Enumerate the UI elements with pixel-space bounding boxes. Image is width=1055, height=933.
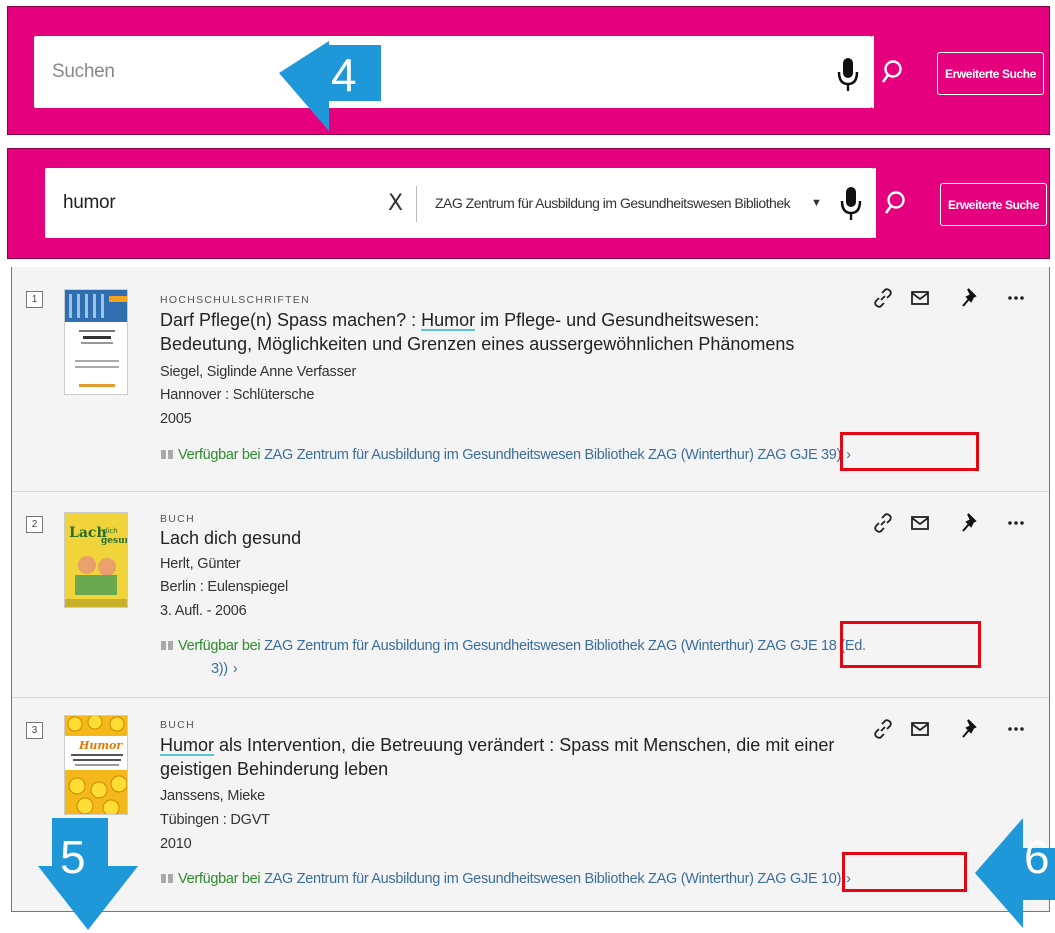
search-bar-bottom: humor X ZAG Zentrum für Ausbildung im Ge… bbox=[7, 148, 1050, 259]
search-scope-select[interactable]: ZAG Zentrum für Ausbildung im Gesundheit… bbox=[435, 168, 791, 238]
result-title[interactable]: Darf Pflege(n) Spass machen? : Humor im … bbox=[160, 308, 840, 356]
advanced-search-button[interactable]: Erweiterte Suche bbox=[940, 183, 1047, 226]
search-button[interactable] bbox=[872, 36, 910, 108]
result-type: HOCHSCHULSCHRIFTEN bbox=[160, 294, 310, 306]
highlight-box bbox=[840, 621, 981, 668]
result-publisher: Tübingen : DGVT bbox=[160, 812, 270, 828]
book-cover[interactable]: Lach dich gesund bbox=[64, 512, 128, 608]
advanced-search-button[interactable]: Erweiterte Suche bbox=[937, 52, 1044, 95]
pin-icon[interactable] bbox=[959, 287, 981, 309]
more-icon[interactable] bbox=[1005, 287, 1027, 309]
call-number: ZAG GJE 39) bbox=[757, 447, 842, 463]
scope-divider bbox=[416, 186, 417, 222]
result-type: BUCH bbox=[160, 719, 195, 731]
svg-text:gesund: gesund bbox=[101, 536, 128, 546]
pin-icon[interactable] bbox=[959, 512, 981, 534]
search-button[interactable] bbox=[874, 168, 914, 238]
highlight-box bbox=[840, 432, 979, 471]
book-icon bbox=[161, 450, 173, 459]
search-placeholder: Suchen bbox=[52, 61, 115, 82]
search-bar-top: Suchen Erweiterte Suche bbox=[7, 6, 1050, 135]
result-actions bbox=[872, 718, 1032, 742]
result-actions bbox=[872, 512, 1032, 536]
result-author: Janssens, Mieke bbox=[160, 788, 265, 804]
microphone-icon[interactable] bbox=[836, 54, 860, 94]
result-item[interactable]: 3 Humor BUCH Humor als Intervention, die… bbox=[12, 697, 1049, 911]
svg-text:Humor: Humor bbox=[78, 739, 123, 752]
annotation-number: 4 bbox=[331, 49, 357, 101]
result-date: 2005 bbox=[160, 411, 192, 427]
result-item[interactable]: 2 Lach dich gesund BUCH Lach dich gesund… bbox=[12, 491, 1049, 697]
result-publisher: Berlin : Eulenspiegel bbox=[160, 579, 288, 595]
result-title[interactable]: Humor als Intervention, die Betreuung ve… bbox=[160, 733, 840, 781]
results-list: 1 HOCHSCHULSCHRIFTEN Darf Pflege(n) Spas… bbox=[11, 267, 1050, 912]
chevron-right-icon: › bbox=[232, 661, 238, 677]
search-query: humor bbox=[63, 192, 116, 213]
availability-library: ZAG Zentrum für Ausbildung im Gesundheit… bbox=[264, 871, 754, 887]
result-date: 3. Aufl. - 2006 bbox=[160, 603, 247, 619]
book-cover[interactable]: Humor bbox=[64, 715, 128, 815]
result-type: BUCH bbox=[160, 513, 195, 525]
result-title[interactable]: Lach dich gesund bbox=[160, 526, 840, 550]
clear-icon[interactable]: X bbox=[388, 168, 403, 238]
annotation-number: 5 bbox=[60, 831, 86, 883]
result-item[interactable]: 1 HOCHSCHULSCHRIFTEN Darf Pflege(n) Spas… bbox=[12, 267, 1049, 491]
result-author: Herlt, Günter bbox=[160, 556, 241, 572]
search-input-filled[interactable]: humor X ZAG Zentrum für Ausbildung im Ge… bbox=[45, 168, 874, 238]
result-author: Siegel, Siglinde Anne Verfasser bbox=[160, 364, 357, 380]
more-icon[interactable] bbox=[1005, 512, 1027, 534]
call-number: ZAG GJE 10) bbox=[757, 871, 842, 887]
call-number-cont: 3)) bbox=[211, 661, 228, 677]
title-part: Lach dich gesund bbox=[160, 528, 302, 548]
result-number: 2 bbox=[26, 516, 43, 533]
result-number: 1 bbox=[26, 291, 43, 308]
title-highlight: Humor bbox=[160, 735, 215, 755]
result-date: 2010 bbox=[160, 836, 192, 852]
book-icon bbox=[161, 641, 173, 650]
availability-library: ZAG Zentrum für Ausbildung im Gesundheit… bbox=[264, 447, 754, 463]
email-icon[interactable] bbox=[909, 287, 931, 309]
link-icon[interactable] bbox=[872, 512, 894, 534]
result-number: 3 bbox=[26, 722, 43, 739]
title-part: Darf Pflege(n) Spass machen? : bbox=[160, 310, 422, 330]
search-icon bbox=[884, 191, 905, 214]
book-cover[interactable] bbox=[64, 289, 128, 395]
pin-icon[interactable] bbox=[959, 718, 981, 740]
result-publisher: Hannover : Schlütersche bbox=[160, 387, 315, 403]
annotation-arrow-down bbox=[38, 818, 138, 930]
availability-status: Verfügbar bei bbox=[178, 871, 261, 887]
title-highlight: Humor bbox=[421, 310, 476, 330]
link-icon[interactable] bbox=[872, 287, 894, 309]
highlight-box bbox=[842, 852, 967, 892]
search-input[interactable]: Suchen bbox=[34, 36, 872, 108]
availability-status: Verfügbar bei bbox=[178, 447, 261, 463]
more-icon[interactable] bbox=[1005, 718, 1027, 740]
search-icon bbox=[881, 60, 902, 83]
title-part: als Intervention, die Betreuung veränder… bbox=[160, 735, 835, 779]
link-icon[interactable] bbox=[872, 718, 894, 740]
email-icon[interactable] bbox=[909, 718, 931, 740]
annotation-number: 6 bbox=[1024, 831, 1050, 883]
annotation-arrow-left bbox=[279, 41, 381, 131]
svg-text:dich: dich bbox=[103, 527, 118, 535]
availability-status: Verfügbar bei bbox=[178, 638, 261, 654]
availability-library: ZAG Zentrum für Ausbildung im Gesundheit… bbox=[264, 638, 754, 654]
result-actions bbox=[872, 287, 1032, 311]
book-icon bbox=[161, 874, 173, 883]
caret-down-icon[interactable]: ▼ bbox=[811, 168, 822, 238]
microphone-icon[interactable] bbox=[839, 183, 863, 223]
email-icon[interactable] bbox=[909, 512, 931, 534]
